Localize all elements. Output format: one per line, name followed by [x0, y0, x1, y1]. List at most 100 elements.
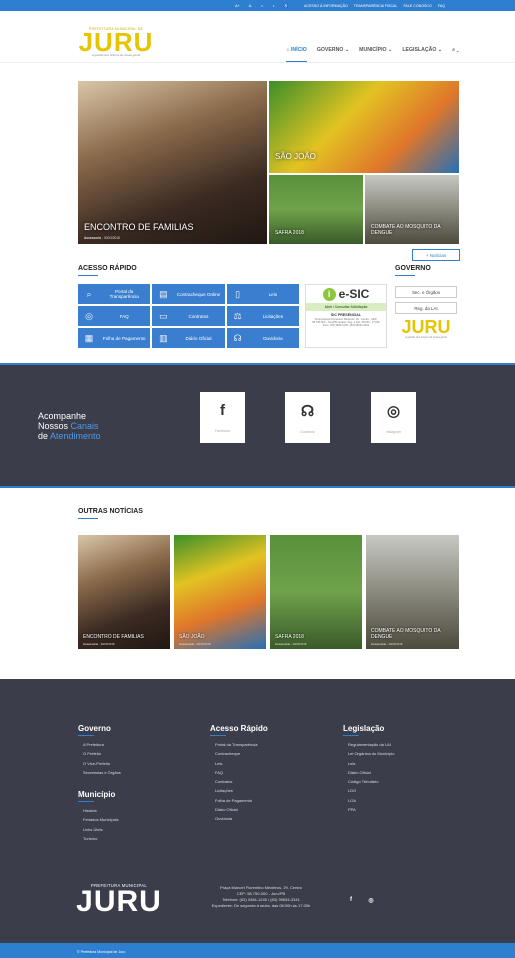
instagram-icon[interactable]: ◎ [364, 893, 378, 907]
accessibility-icon[interactable]: ♿ [284, 4, 288, 8]
magnifier-icon: ⌕ [86, 288, 92, 299]
footer-link[interactable]: História [78, 806, 119, 815]
contrast-icon[interactable]: ◐ [261, 4, 263, 8]
payroll-icon: ▦ [84, 332, 94, 343]
quick-portal-transparencia[interactable]: ⌕ Portal da Transparência [78, 284, 151, 304]
title-underline [78, 518, 98, 519]
info-icon: i [322, 287, 336, 301]
footer-address: Praça Manoel Florentino Medeiros, 29, Ce… [211, 885, 311, 908]
channel-facebook[interactable]: f Facebook [200, 392, 245, 443]
footer-col-legislacao: Legislação Regulamentação da LAI Lei Org… [343, 724, 394, 814]
title-underline [78, 275, 98, 276]
link-faq[interactable]: FAQ [438, 4, 445, 8]
footer-link[interactable]: O Vice-Prefeito [78, 759, 121, 768]
accessibility-tools: A+ A- ◐ ◑ ♿ [235, 4, 288, 8]
footer-link[interactable]: O Prefeito [78, 749, 121, 758]
main-nav: ⌂ INÍCIO GOVERNO ⌄ MUNICÍPIO ⌄ LEGISLAÇÃ… [286, 47, 459, 62]
news-meta: Assessoria - 30/03/2018 [84, 236, 120, 240]
other-news-item[interactable]: ENCONTRO DE FAMILIAS Assessoria - 30/03/… [77, 534, 171, 650]
esic-panel[interactable]: i e-SIC Abrir / Consultar Solicitação SI… [305, 284, 387, 348]
chevron-down-icon: ⌄ [437, 47, 443, 53]
gavel-icon: ⚖ [233, 310, 242, 321]
footer-link[interactable]: PPA [343, 805, 394, 814]
quick-contracheque[interactable]: ▤ Contracheque Online [152, 284, 225, 304]
esic-link[interactable]: Abrir / Consultar Solicitação [306, 303, 386, 311]
footer-link[interactable]: Código Tributário [343, 777, 394, 786]
quick-contratos[interactable]: ▭ Contratos [152, 306, 225, 326]
quick-access-title: ACESSO RÁPIDO [78, 265, 137, 272]
footer-link[interactable]: Lei Orgânica do Município [343, 749, 394, 758]
search-icon[interactable]: ⌕ ⌄ [452, 47, 459, 62]
channel-ouvidoria[interactable]: ☊ Ouvidoria [285, 392, 330, 443]
book-icon: ▥ [159, 332, 168, 343]
top-utility-bar: A+ A- ◐ ◑ ♿ ACESSO À INFORMAÇÃO TRANSPAR… [0, 0, 515, 11]
footer-link[interactable]: LOA [343, 796, 394, 805]
news-caption: SAFRA 2018 [275, 230, 304, 236]
quick-diario-oficial[interactable]: ▥ Diário Oficial [152, 328, 225, 348]
more-news-button[interactable]: + Notícias [412, 249, 460, 261]
site-header: PREFEITURA MUNICIPAL DE JURU A gestão do… [0, 11, 515, 63]
governo-logo: JURU A gestão dos braços de nossa gente [395, 318, 457, 348]
footer-link[interactable]: Turismo [78, 834, 119, 843]
facebook-icon: f [220, 402, 225, 419]
footer-link[interactable]: Folha de Pagamento [210, 796, 268, 805]
other-news-item[interactable]: SAFRA 2018 Assessoria - 29/03/2018 [269, 534, 363, 650]
footer-link[interactable]: Contratos [210, 777, 268, 786]
sec-orgaos-button[interactable]: Sec. e Órgãos [395, 286, 457, 298]
governo-title: GOVERNO [395, 265, 431, 272]
footer-link[interactable]: Portal da Transparência [210, 740, 268, 749]
link-fale-conosco[interactable]: FALE CONOSCO [403, 4, 431, 8]
footer-link[interactable]: Diário Oficial [343, 768, 394, 777]
chevron-down-icon: ⌄ [344, 47, 350, 53]
channels-band: Acompanhe Nossos Canais de Atendimento f… [0, 363, 515, 488]
footer-link[interactable]: LDO [343, 786, 394, 795]
nav-inicio[interactable]: ⌂ INÍCIO [286, 47, 307, 62]
other-news-item[interactable]: SÃO JOÃO Assessoria - 29/03/2018 [173, 534, 267, 650]
quick-folha-pagamento[interactable]: ▦ Folha de Pagamento [78, 328, 151, 348]
hero-news-safra[interactable]: SAFRA 2018 [268, 174, 364, 245]
contrast-alt-icon[interactable]: ◑ [272, 4, 274, 8]
quick-access-grid: ⌕ Portal da Transparência ▤ Contracheque O… [78, 284, 299, 348]
news-caption: SÃO JOÃO [275, 152, 316, 161]
instagram-icon: ◎ [386, 403, 401, 420]
quick-ouvidoria[interactable]: ☊ Ouvidoria [226, 328, 299, 348]
footer-link[interactable]: Ouvidoria [210, 814, 268, 823]
chat-icon: ◎ [85, 310, 93, 321]
reg-lai-button[interactable]: Reg. da LAI [395, 302, 457, 314]
font-increase-icon[interactable]: A+ [235, 4, 240, 8]
nav-legislacao[interactable]: LEGISLAÇÃO ⌄ [402, 47, 442, 62]
footer-link[interactable]: A Prefeitura [78, 740, 121, 749]
site-logo[interactable]: PREFEITURA MUNICIPAL DE JURU A gestão do… [78, 27, 154, 59]
footer-link[interactable]: Regulamentação da LAI [343, 740, 394, 749]
link-acesso-informacao[interactable]: ACESSO À INFORMAÇÃO [304, 4, 348, 8]
hero-news-dengue[interactable]: COMBATE AO MOSQUITO DA DENGUE [364, 174, 460, 245]
footer-col-governo: Governo A Prefeitura O Prefeito O Vice-P… [78, 724, 121, 777]
footer-link[interactable]: Secretarias e Órgãos [78, 768, 121, 777]
footer-link[interactable]: Contracheque [210, 749, 268, 758]
quick-leis[interactable]: ▯ Leis [226, 284, 299, 304]
footer-link[interactable]: Feriados Municipais [78, 815, 119, 824]
nav-municipio[interactable]: MUNICÍPIO ⌄ [359, 47, 392, 62]
document-icon: ▯ [235, 288, 241, 299]
channel-instagram[interactable]: ◎ Instagram [371, 392, 416, 443]
footer-link[interactable]: Diário Oficial [210, 805, 268, 814]
font-decrease-icon[interactable]: A- [249, 4, 253, 8]
hero-news-sao-joao[interactable]: SÃO JOÃO [268, 80, 460, 174]
footer-link[interactable]: Licitações [210, 786, 268, 795]
nav-governo[interactable]: GOVERNO ⌄ [317, 47, 349, 62]
footer-link[interactable]: FAQ [210, 768, 268, 777]
contract-icon: ▭ [159, 310, 168, 321]
facebook-icon[interactable]: f [344, 893, 358, 907]
footer-link[interactable]: Leis [343, 759, 394, 768]
news-caption: ENCONTRO DE FAMILIAS [84, 222, 194, 232]
footer-link[interactable]: Links Úteis [78, 825, 119, 834]
link-transparencia-fiscal[interactable]: TRANSPARÊNCIA FISCAL [354, 4, 398, 8]
title-underline [395, 275, 415, 276]
paycheck-icon: ▤ [159, 288, 168, 299]
footer-link[interactable]: Leis [210, 759, 268, 768]
quick-licitacoes[interactable]: ⚖ Licitações [226, 306, 299, 326]
quick-faq[interactable]: ◎ FAQ [78, 306, 151, 326]
hero-main-news[interactable]: ENCONTRO DE FAMILIAS Assessoria - 30/03/… [77, 80, 268, 245]
other-news-item[interactable]: COMBATE AO MOSQUITO DA DENGUE Assessoria… [365, 534, 460, 650]
footer-col-acesso: Acesso Rápido Portal da Transparência Co… [210, 724, 268, 824]
